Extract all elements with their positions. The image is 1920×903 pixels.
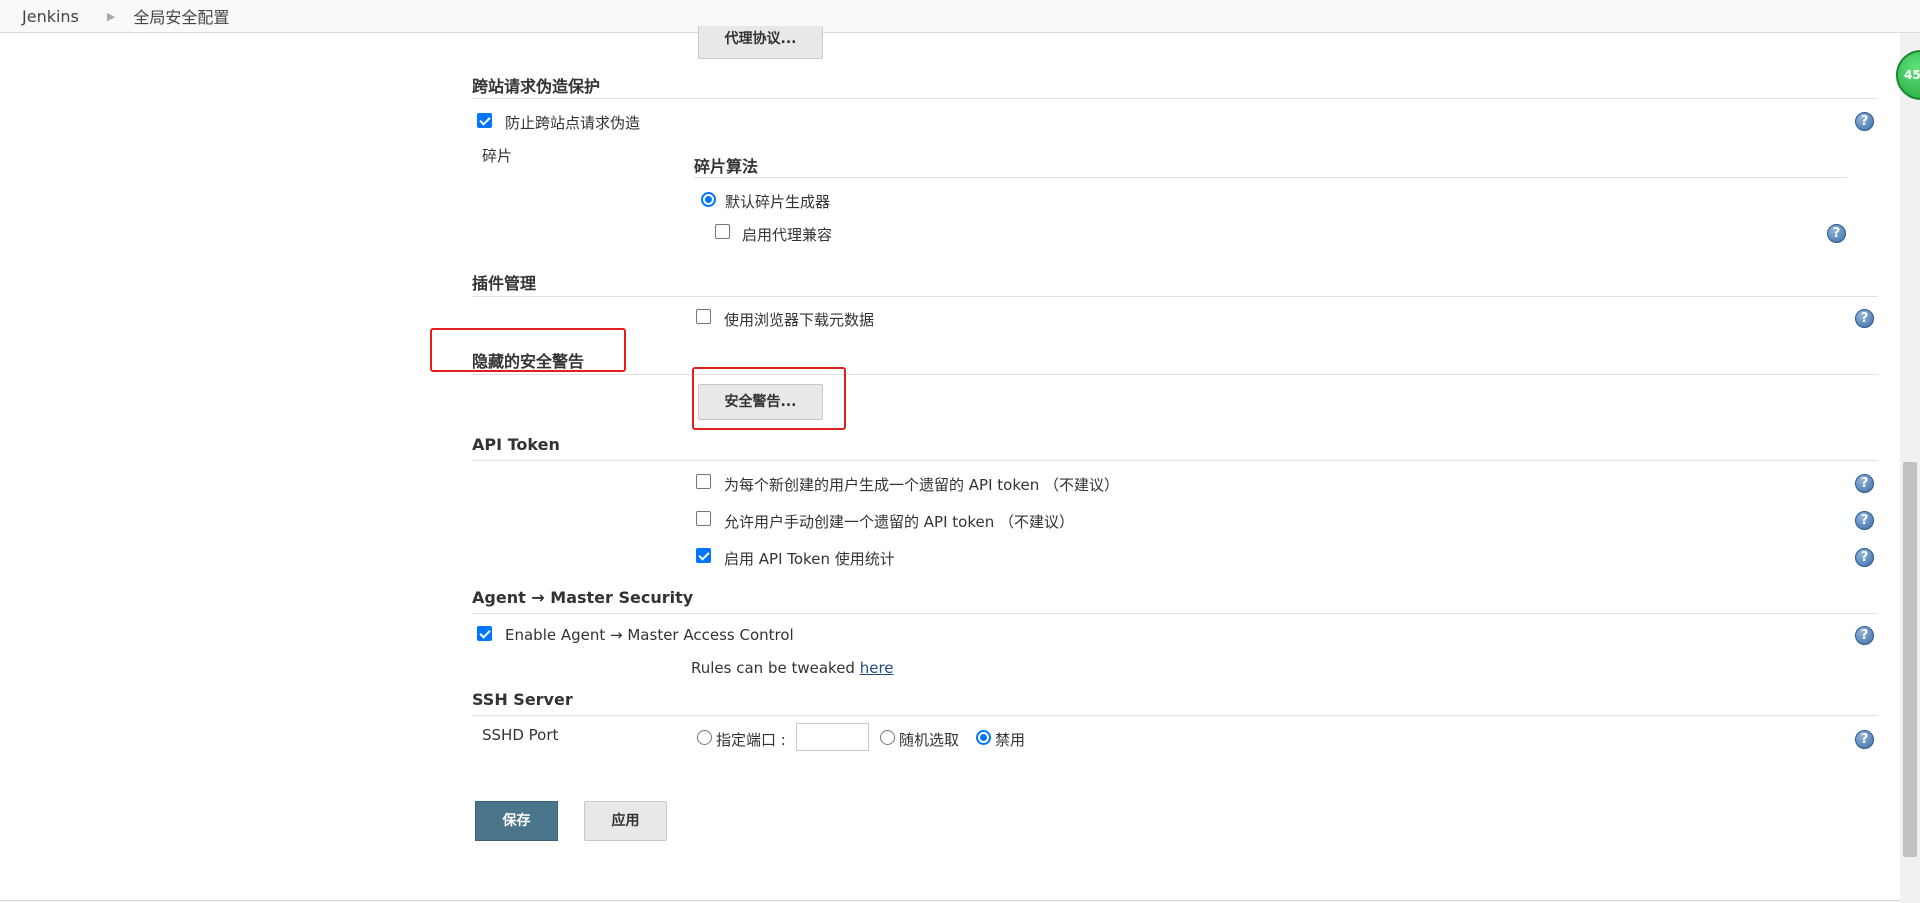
browser-download-label: 使用浏览器下载元数据: [724, 311, 875, 329]
help-icon[interactable]: ?: [1855, 730, 1874, 749]
help-icon[interactable]: ?: [1855, 548, 1874, 567]
csrf-prevent-label: 防止跨站点请求伪造: [505, 114, 641, 132]
breadcrumb-separator-icon: ▶: [106, 9, 116, 23]
csrf-divider: [472, 98, 1878, 99]
csrf-section-title: 跨站请求伪造保护: [472, 77, 601, 96]
ssh-random-port-label: 随机选取: [899, 731, 960, 749]
agent-master-divider: [472, 613, 1878, 614]
breadcrumb-home[interactable]: Jenkins: [22, 7, 79, 26]
api-token-title: API Token: [472, 435, 560, 454]
help-icon[interactable]: ?: [1855, 474, 1874, 493]
breadcrumb-bar: Jenkins ▶ 全局安全配置: [0, 0, 1920, 33]
plugin-manager-divider: [472, 296, 1878, 297]
api-token-divider: [472, 460, 1878, 461]
generate-legacy-token-checkbox[interactable]: [696, 474, 711, 489]
rules-text-prefix: Rules can be tweaked: [691, 659, 860, 677]
ssh-port-input[interactable]: [796, 723, 869, 751]
default-crumb-issuer-radio[interactable]: [701, 192, 716, 207]
help-icon[interactable]: ?: [1855, 626, 1874, 645]
bottom-divider: [0, 900, 1900, 901]
breadcrumb-current[interactable]: 全局安全配置: [133, 4, 229, 28]
ssh-server-divider: [472, 715, 1878, 716]
proxy-compat-checkbox[interactable]: [715, 224, 730, 239]
crumb-label: 碎片: [482, 147, 513, 165]
generate-legacy-token-label: 为每个新创建的用户生成一个遗留的 API token （不建议）: [724, 476, 1119, 494]
highlight-box-title: [430, 328, 626, 372]
agent-master-title: Agent → Master Security: [472, 588, 694, 607]
proxy-compat-label: 启用代理兼容: [742, 226, 833, 244]
ssh-disable-label: 禁用: [995, 731, 1026, 749]
allow-manual-legacy-token-label: 允许用户手动创建一个遗留的 API token （不建议）: [724, 513, 1074, 531]
crumb-algorithm-title: 碎片算法: [694, 157, 759, 176]
hidden-warnings-divider: [472, 374, 1878, 375]
rules-text: Rules can be tweaked here: [691, 659, 894, 677]
ssh-fixed-port-label: 指定端口 :: [716, 731, 786, 749]
agent-protocols-button[interactable]: 代理协议...: [698, 26, 823, 59]
help-icon[interactable]: ?: [1855, 309, 1874, 328]
plugin-manager-title: 插件管理: [472, 274, 537, 293]
enable-token-usage-stats-checkbox[interactable]: [696, 548, 711, 563]
allow-manual-legacy-token-checkbox[interactable]: [696, 511, 711, 526]
save-button[interactable]: 保存: [475, 801, 558, 841]
sshd-port-label: SSHD Port: [482, 726, 559, 744]
browser-download-checkbox[interactable]: [696, 309, 711, 324]
agent-master-enable-label: Enable Agent → Master Access Control: [505, 626, 794, 644]
help-icon[interactable]: ?: [1855, 112, 1874, 131]
csrf-prevent-checkbox[interactable]: [477, 113, 492, 128]
ssh-disable-radio[interactable]: [976, 730, 991, 745]
ssh-random-port-radio[interactable]: [880, 730, 895, 745]
enable-token-usage-stats-label: 启用 API Token 使用统计: [724, 550, 895, 568]
ssh-server-title: SSH Server: [472, 690, 573, 709]
ssh-fixed-port-radio[interactable]: [697, 730, 712, 745]
apply-button[interactable]: 应用: [584, 801, 667, 841]
help-icon[interactable]: ?: [1827, 224, 1846, 243]
crumb-algorithm-divider: [694, 177, 1847, 178]
default-crumb-issuer-label: 默认碎片生成器: [725, 193, 831, 211]
rules-here-link[interactable]: here: [860, 659, 894, 677]
highlight-box-button: [692, 367, 846, 430]
help-icon[interactable]: ?: [1855, 511, 1874, 530]
agent-master-enable-checkbox[interactable]: [477, 626, 492, 641]
scrollbar-thumb[interactable]: [1903, 462, 1917, 857]
